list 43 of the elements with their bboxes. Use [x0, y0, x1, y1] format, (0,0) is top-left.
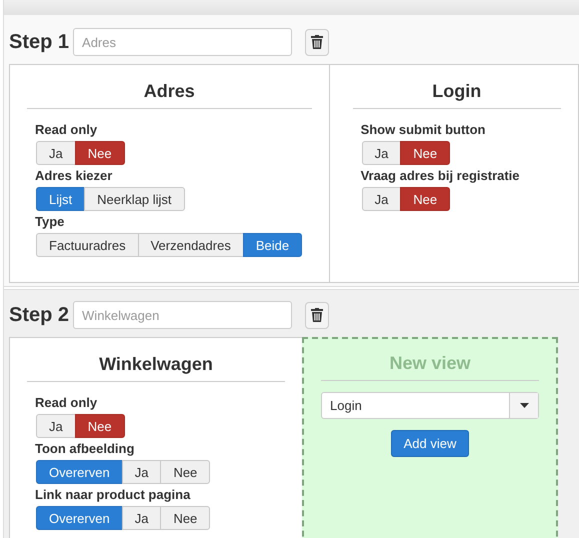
toggle-option[interactable]: Ja	[362, 141, 402, 165]
toggle-option[interactable]: Nee	[400, 187, 450, 211]
panel-title: Login	[431, 80, 482, 103]
trash-icon	[311, 308, 324, 322]
toggle-option[interactable]: Overerven	[36, 460, 123, 484]
panel-title: New view	[388, 352, 472, 375]
step-title: Step 1	[9, 30, 70, 54]
add-view-button[interactable]: Add view	[390, 430, 470, 457]
toggle-option[interactable]: Nee	[160, 506, 210, 530]
setting-label: Vraag adres bij registratie	[360, 168, 521, 184]
select-value: Login	[329, 397, 363, 415]
toggle-option[interactable]: Verzendadres	[138, 233, 244, 257]
toggle-option[interactable]: Overerven	[36, 506, 123, 530]
toggle-option[interactable]: Ja	[36, 141, 76, 165]
toggle-option[interactable]: Ja	[362, 187, 402, 211]
delete-button[interactable]	[305, 302, 330, 328]
name-field[interactable]: Adres	[73, 28, 292, 56]
caret-icon	[520, 403, 528, 408]
toggle-option[interactable]: Lijst	[36, 187, 86, 211]
toggle-option[interactable]: Ja	[36, 414, 76, 438]
toggle-option[interactable]: Neerklap lijst	[84, 187, 185, 211]
toggle-option[interactable]: Ja	[122, 506, 162, 530]
setting-label: Read only	[34, 395, 98, 411]
toggle-option[interactable]: Beide	[242, 233, 302, 257]
toggle-option[interactable]: Nee	[74, 141, 125, 165]
name-field[interactable]: Winkelwagen	[73, 301, 292, 329]
toggle-option[interactable]: Nee	[74, 414, 125, 438]
view-select[interactable]: Login	[321, 392, 539, 419]
panel-title: Winkelwagen	[98, 353, 214, 376]
delete-button[interactable]	[305, 28, 330, 56]
panel-title: Adres	[142, 80, 196, 103]
setting-label: Link naar product pagina	[34, 487, 192, 503]
setting-label: Type	[34, 214, 66, 230]
setting-label: Adres kiezer	[34, 168, 114, 184]
toggle-option[interactable]: Factuuradres	[36, 233, 139, 257]
step-title: Step 2	[9, 304, 70, 326]
setting-label: Read only	[34, 122, 98, 138]
toggle-option[interactable]: Nee	[400, 141, 450, 165]
setting-label: Show submit button	[360, 122, 486, 138]
toggle-option[interactable]: Ja	[122, 460, 162, 484]
toggle-option[interactable]: Nee	[160, 460, 210, 484]
trash-icon	[311, 35, 324, 49]
setting-label: Toon afbeelding	[34, 441, 136, 457]
